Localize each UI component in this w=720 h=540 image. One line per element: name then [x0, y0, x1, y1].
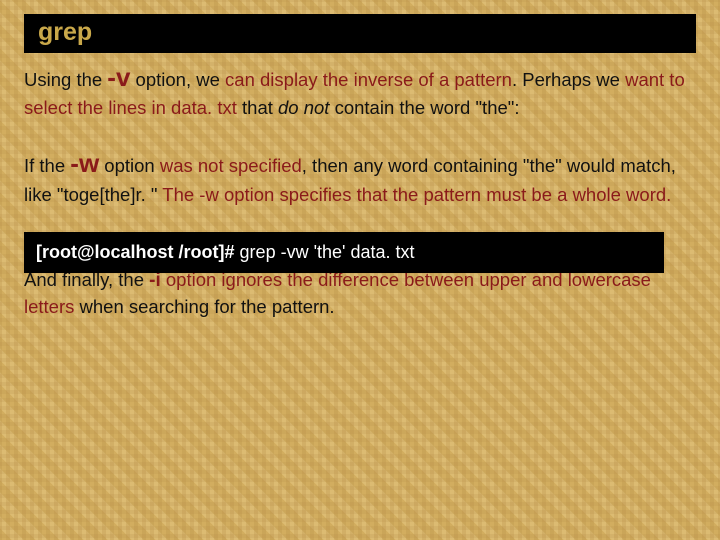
- italic-text: do not: [278, 97, 329, 118]
- text: Using the: [24, 69, 107, 90]
- paragraph-i-option: And finally, the -i option ignores the d…: [24, 265, 696, 321]
- text: option, we: [130, 69, 225, 90]
- terminal-prompt: [root@localhost /root]#: [36, 242, 235, 262]
- terminal-command: grep -vw 'the' data. txt: [235, 242, 415, 262]
- paragraph-v-option: Using the -v option, we can display the …: [24, 59, 696, 121]
- accent-text: was not specified: [160, 155, 302, 176]
- text: If the: [24, 155, 70, 176]
- text: . Perhaps we: [512, 69, 625, 90]
- terminal-block: [root@localhost /root]# grep -vw 'the' d…: [24, 232, 664, 273]
- text: when searching for the pattern.: [74, 296, 334, 317]
- option-v: -v: [107, 62, 130, 92]
- text: that: [237, 97, 278, 118]
- title-bar: grep: [24, 14, 696, 53]
- option-w: -w: [70, 148, 99, 178]
- text: option: [99, 155, 160, 176]
- paragraph-w-option: If the -w option was not specified, then…: [24, 145, 696, 207]
- option-i: -i: [149, 270, 161, 291]
- accent-text: The -w option specifies that the pattern…: [162, 184, 671, 205]
- accent-text: can display the inverse of a pattern: [225, 69, 512, 90]
- text: contain the word "the":: [329, 97, 519, 118]
- page-title: grep: [38, 18, 92, 46]
